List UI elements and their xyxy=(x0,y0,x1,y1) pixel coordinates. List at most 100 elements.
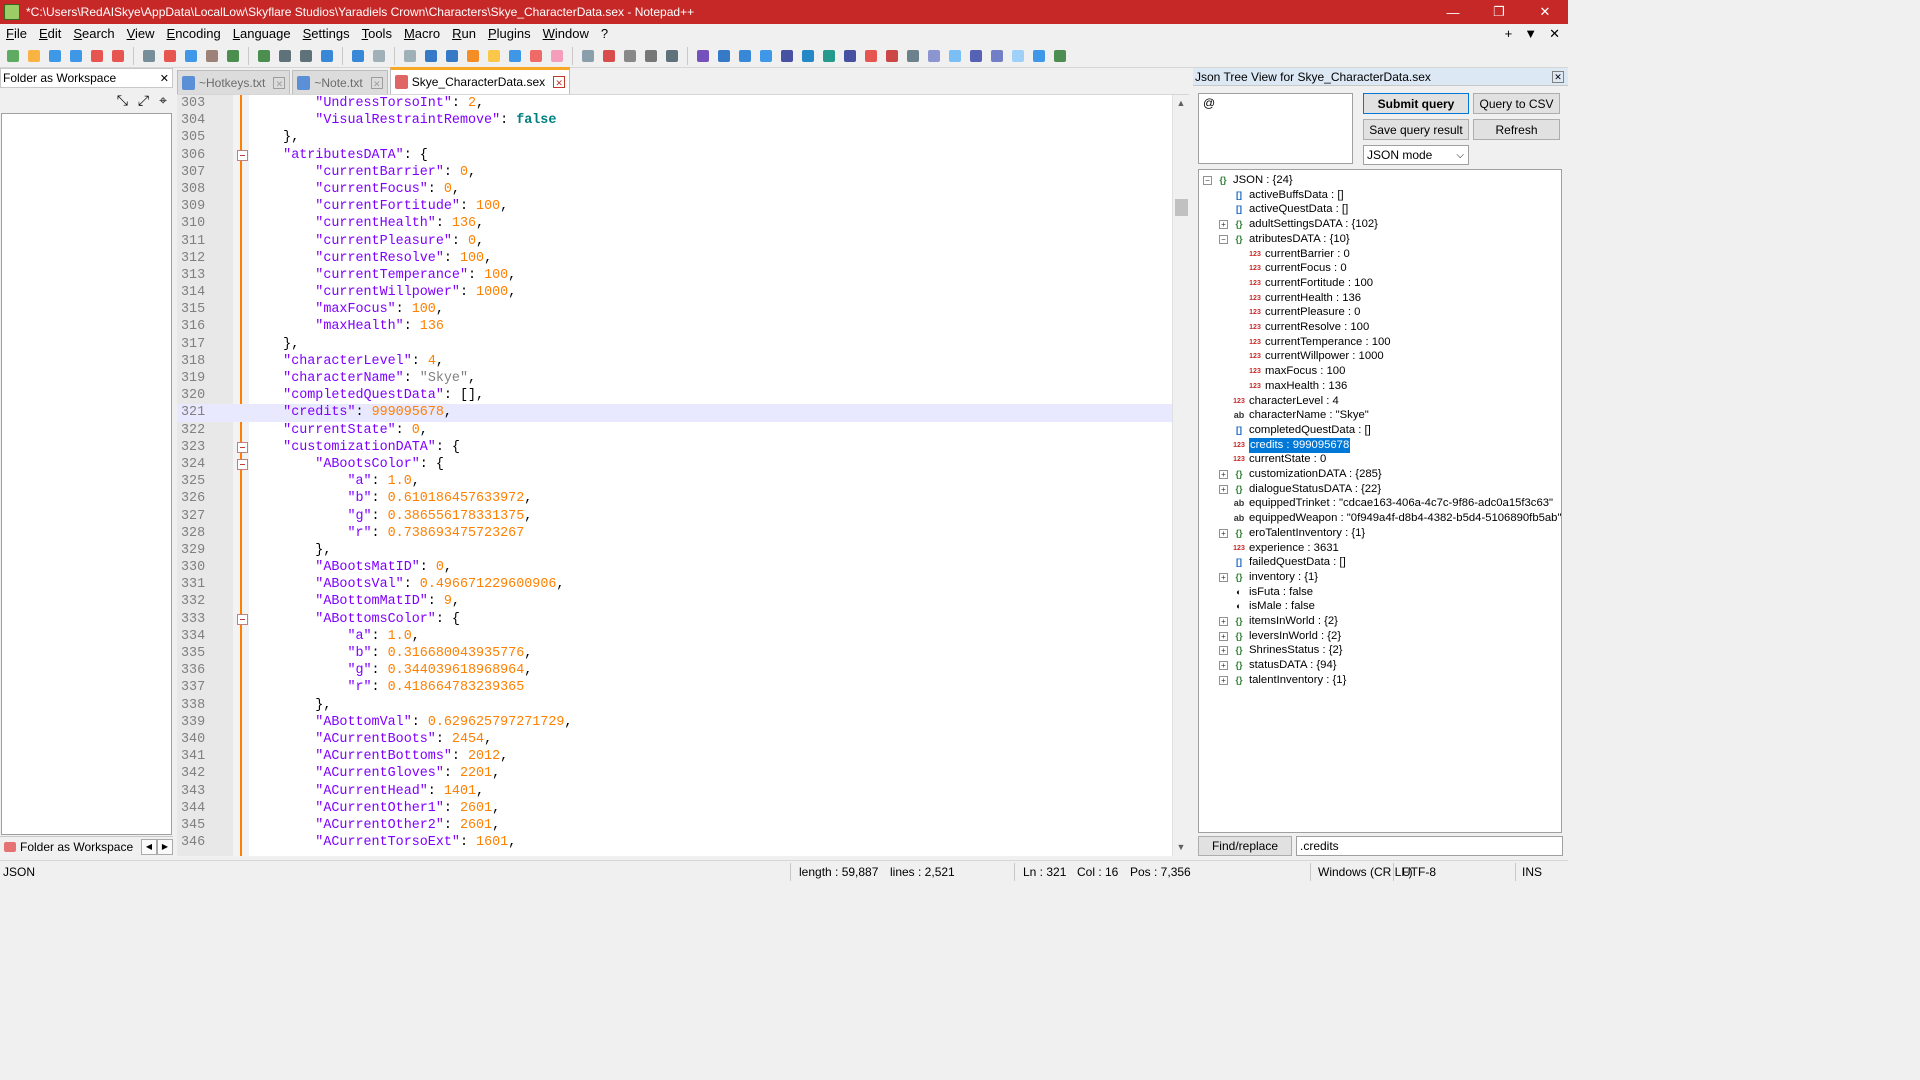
menu-settings[interactable]: Settings xyxy=(297,24,356,44)
close-tab-icon[interactable]: ✕ xyxy=(370,76,383,89)
tree-node[interactable]: 123 currentResolve : 100 xyxy=(1235,320,1369,335)
indent-guide-icon[interactable] xyxy=(464,47,482,65)
panel-tab-folder-workspace[interactable]: Folder as Workspace xyxy=(20,840,133,854)
vertical-scrollbar[interactable]: ▲ ▼ xyxy=(1172,95,1189,856)
tree-node[interactable]: −{} atributesDATA : {10} xyxy=(1219,232,1350,247)
tree-node[interactable]: + {} eroTalentInventory : {1} xyxy=(1219,526,1365,541)
tree-node[interactable]: + {} statusDATA : {94} xyxy=(1219,658,1337,673)
monitor-icon[interactable] xyxy=(579,47,597,65)
tree-node[interactable]: ab characterName : "Skye" xyxy=(1219,408,1369,423)
tree-node[interactable]: + {} customizationDATA : {285} xyxy=(1219,467,1382,482)
code-line[interactable]: 315 "maxFocus": 100, xyxy=(177,301,1189,318)
close-button[interactable]: ✕ xyxy=(1522,0,1568,24)
tree-node[interactable]: 123 credits : 999095678 xyxy=(1219,437,1351,453)
code-line[interactable]: 341 "ACurrentBottoms": 2012, xyxy=(177,748,1189,765)
close-tab-icon[interactable]: ✕ xyxy=(553,76,566,88)
plugin-d-icon[interactable] xyxy=(778,47,796,65)
code-line[interactable]: 339 "ABottomVal": 0.629625797271729, xyxy=(177,714,1189,731)
code-line[interactable]: 340 "ACurrentBoots": 2454, xyxy=(177,731,1189,748)
expand-icon[interactable]: + xyxy=(1219,617,1228,626)
code-area[interactable]: 303 "UndressTorsoInt": 2, 304 "VisualRest… xyxy=(177,95,1189,856)
code-line[interactable]: 307 "currentBarrier": 0, xyxy=(177,164,1189,181)
json-tree[interactable]: −{} JSON : {24}[] activeBuffsData : [][] ac… xyxy=(1198,169,1562,833)
show-all-icon[interactable] xyxy=(443,47,461,65)
save-query-result-button[interactable]: Save query result xyxy=(1363,119,1469,140)
tree-node[interactable]: + {} adultSettingsDATA : {102} xyxy=(1219,217,1378,232)
code-line[interactable]: 343 "ACurrentHead": 1401, xyxy=(177,783,1189,800)
plugin-l-icon[interactable] xyxy=(967,47,985,65)
code-line[interactable]: 337 "r": 0.418664783239365 xyxy=(177,679,1189,696)
tree-node[interactable]: ◐ isFuta : false xyxy=(1219,585,1313,600)
print-icon[interactable] xyxy=(140,47,158,65)
code-line[interactable]: 312 "currentResolve": 100, xyxy=(177,250,1189,267)
expand-icon[interactable]: + xyxy=(1219,484,1228,494)
menu-plugins[interactable]: Plugins xyxy=(482,24,537,44)
search-input[interactable]: .credits xyxy=(1296,836,1563,856)
tab-list-icon[interactable]: ▼ xyxy=(1524,26,1537,42)
save-all-icon[interactable] xyxy=(67,47,85,65)
scroll-thumb[interactable] xyxy=(1175,199,1188,216)
undo-icon[interactable] xyxy=(224,47,242,65)
close-icon[interactable]: ✕ xyxy=(160,72,169,85)
collapse-icon[interactable]: − xyxy=(1203,176,1212,185)
expand-icon[interactable]: + xyxy=(1219,675,1228,685)
tree-node[interactable]: 123 characterLevel : 4 xyxy=(1219,394,1339,409)
tab-note[interactable]: ~Note.txt ✕ xyxy=(292,70,388,94)
plugin-g-icon[interactable] xyxy=(841,47,859,65)
tree-node[interactable]: 123 currentPleasure : 0 xyxy=(1235,305,1360,320)
code-line[interactable]: 309 "currentFortitude": 100, xyxy=(177,198,1189,215)
close-all-icon[interactable] xyxy=(109,47,127,65)
menu-search[interactable]: Search xyxy=(67,24,120,44)
tree-node[interactable]: 123 maxHealth : 136 xyxy=(1235,379,1347,394)
expand-icon[interactable]: + xyxy=(1219,470,1228,479)
mode-select[interactable]: JSON mode ⌵ xyxy=(1363,145,1469,165)
expand-icon[interactable]: + xyxy=(1219,572,1228,582)
code-line[interactable]: 332 "ABottomMatID": 9, xyxy=(177,593,1189,610)
code-line[interactable]: 335 "b": 0.316680043935776, xyxy=(177,645,1189,662)
code-line[interactable]: 333 "ABottomsColor": { xyxy=(177,611,1189,628)
replace-icon[interactable] xyxy=(297,47,315,65)
word-wrap-icon[interactable] xyxy=(422,47,440,65)
udl-icon[interactable] xyxy=(485,47,503,65)
menu-run[interactable]: Run xyxy=(446,24,482,44)
code-line[interactable]: 330 "ABootsMatID": 0, xyxy=(177,559,1189,576)
menu-edit[interactable]: Edit xyxy=(33,24,67,44)
fold-toggle-icon[interactable] xyxy=(237,149,248,161)
code-line[interactable]: 331 "ABootsVal": 0.496671229600906, xyxy=(177,576,1189,593)
code-line[interactable]: 323 "customizationDATA": { xyxy=(177,439,1189,456)
save-macro-icon[interactable] xyxy=(694,47,712,65)
fold-toggle-icon[interactable] xyxy=(237,459,248,471)
plugin-a-icon[interactable] xyxy=(715,47,733,65)
close-icon[interactable] xyxy=(88,47,106,65)
plugin-n-icon[interactable] xyxy=(1009,47,1027,65)
plugin-h-icon[interactable] xyxy=(862,47,880,65)
menu-file[interactable]: File xyxy=(0,24,33,44)
code-line[interactable]: 345 "ACurrentOther2": 2601, xyxy=(177,817,1189,834)
expand-icon[interactable]: + xyxy=(1219,661,1228,671)
tree-node[interactable]: 123 currentFocus : 0 xyxy=(1235,261,1346,276)
tree-node[interactable]: [] completedQuestData : [] xyxy=(1219,423,1371,438)
close-icon[interactable]: ✕ xyxy=(1552,70,1564,83)
code-line[interactable]: 338 }, xyxy=(177,697,1189,714)
tree-node[interactable]: 123 currentFortitude : 100 xyxy=(1235,276,1373,291)
status-eol[interactable]: Windows (CR LF) xyxy=(1318,865,1413,879)
code-line[interactable]: 313 "currentTemperance": 100, xyxy=(177,267,1189,284)
redo-icon[interactable] xyxy=(255,47,273,65)
code-line[interactable]: 317 }, xyxy=(177,336,1189,353)
tree-node[interactable]: + {} dialogueStatusDATA : {22} xyxy=(1219,482,1381,497)
tree-node[interactable]: [] activeBuffsData : [] xyxy=(1219,188,1344,203)
code-line[interactable]: 328 "r": 0.738693475723267 xyxy=(177,525,1189,542)
tree-node[interactable]: 123 currentTemperance : 100 xyxy=(1235,335,1390,350)
menu-window[interactable]: Window xyxy=(537,24,595,44)
fold-toggle-icon[interactable] xyxy=(237,614,248,625)
plugin-i-icon[interactable] xyxy=(904,47,922,65)
code-line[interactable]: 344 "ACurrentOther1": 2601, xyxy=(177,800,1189,817)
scroll-up-icon[interactable]: ▲ xyxy=(1173,95,1189,112)
tab-hotkeys[interactable]: ~Hotkeys.txt ✕ xyxy=(177,70,291,94)
code-line[interactable]: 334 "a": 1.0, xyxy=(177,628,1189,645)
code-line[interactable]: 321 "credits": 999095678, xyxy=(177,404,1189,422)
find-icon[interactable] xyxy=(276,47,294,65)
paste-icon[interactable] xyxy=(203,47,221,65)
tab-skye-characterdata[interactable]: Skye_CharacterData.sex ✕ xyxy=(389,67,571,94)
code-line[interactable]: 329 }, xyxy=(177,542,1189,559)
